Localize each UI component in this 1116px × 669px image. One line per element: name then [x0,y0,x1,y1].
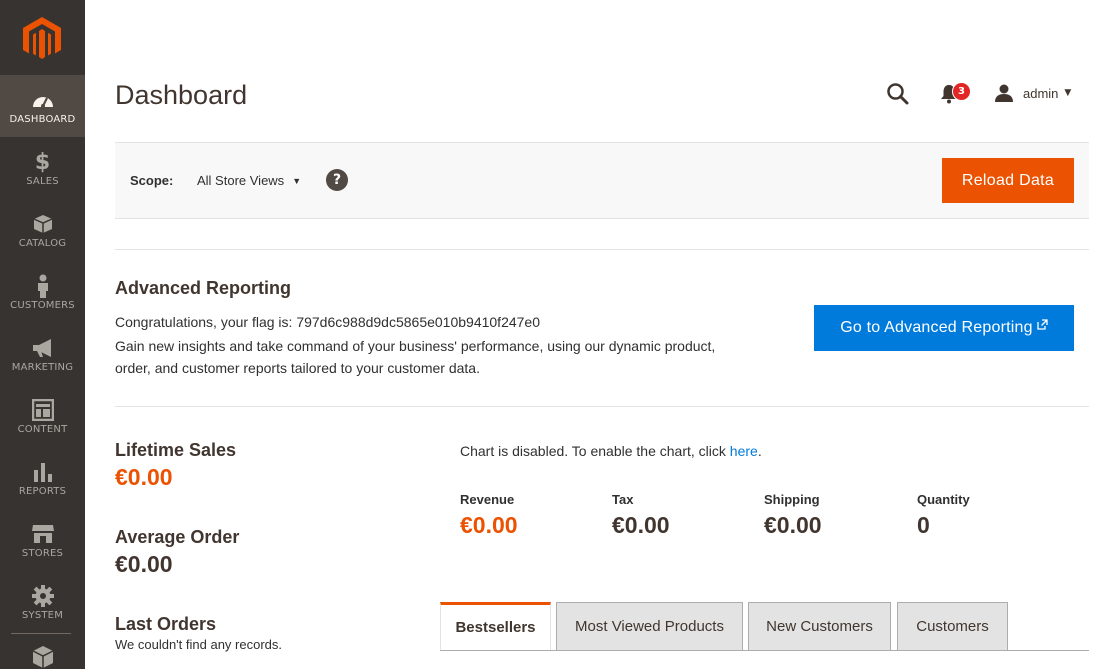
sidebar-item-content[interactable]: CONTENT [0,385,85,447]
speedometer-icon [0,88,85,112]
dollar-icon: $ [34,149,51,175]
layout-icon [0,398,85,422]
reload-data-button[interactable]: Reload Data [942,158,1074,203]
tax-value: €0.00 [612,512,670,538]
sidebar-item-label: CATALOG [18,238,67,249]
last-orders-title: Last Orders [115,614,217,634]
chart-disabled-text: Chart is disabled. To enable the chart, … [460,443,730,459]
average-order-value: €0.00 [115,551,173,577]
chevron-down-icon: ▼ [1064,88,1072,98]
chart-disabled-period: . [757,443,762,459]
gear-icon [0,584,85,608]
sidebar-item-customers[interactable]: CUSTOMERS [0,261,85,323]
sidebar-item-label: DASHBOARD [9,114,76,125]
tabs-baseline [440,650,1089,651]
megaphone-icon [0,336,85,360]
lifetime-sales-title: Lifetime Sales [115,440,237,460]
go-to-advanced-reporting-button[interactable]: Go to Advanced Reporting [814,305,1074,351]
sidebar-item-label: REPORTS [18,486,67,497]
bar-chart-icon [0,460,85,484]
advanced-reporting-description-line-1: Gain new insights and take command of yo… [115,338,716,354]
admin-sidebar: DASHBOARD $ SALES CATALOG CUSTOMERS MARK… [0,0,85,669]
advanced-reporting-title: Advanced Reporting [115,278,292,298]
shipping-label: Shipping [764,492,820,507]
sidebar-item-label: CONTENT [17,424,68,435]
store-view-switcher[interactable]: All Store Views ▼ [197,173,301,188]
box-icon [0,212,85,236]
advanced-reporting-description-line-2: order, and customer reports tailored to … [115,360,480,376]
quantity-value: 0 [917,512,930,538]
quantity-label: Quantity [917,492,970,507]
tab-new-customers[interactable]: New Customers [748,602,891,650]
external-link-icon [1037,318,1048,330]
tab-bestsellers[interactable]: Bestsellers [440,602,551,650]
advanced-reporting-flag-text: Congratulations, your flag is: 797d6c988… [115,314,541,330]
lifetime-sales-value: €0.00 [115,464,173,490]
admin-user-menu[interactable]: admin ▼ [994,78,1084,108]
cube-icon [0,645,85,669]
search-icon [887,83,909,105]
average-order-title: Average Order [115,527,240,547]
sidebar-item-marketing[interactable]: MARKETING [0,323,85,385]
revenue-value: €0.00 [460,512,518,538]
advanced-reporting-button-label: Go to Advanced Reporting [840,319,1033,336]
last-orders-empty-message: We couldn't find any records. [115,637,282,652]
sidebar-item-catalog[interactable]: CATALOG [0,199,85,261]
notification-count-badge: 3 [952,82,971,101]
sidebar-item-system[interactable]: SYSTEM [0,571,85,633]
sidebar-item-extensions[interactable] [0,633,85,669]
revenue-label: Revenue [460,492,515,507]
section-divider [115,249,1089,250]
chevron-down-icon: ▼ [292,175,302,186]
tab-customers[interactable]: Customers [897,602,1008,650]
notifications-button[interactable]: 3 [937,78,973,108]
scope-label: Scope: [130,173,174,188]
sidebar-item-label: SALES [26,176,59,187]
sidebar-item-label: STORES [21,548,64,559]
sidebar-item-label: SYSTEM [21,610,64,621]
chart-disabled-message: Chart is disabled. To enable the chart, … [460,443,762,459]
sidebar-item-dashboard[interactable]: DASHBOARD [0,75,85,137]
enable-chart-link[interactable]: here [730,443,758,459]
scope-toolbar: Scope: All Store Views ▼ ? Reload Data [115,142,1089,219]
user-icon [995,84,1013,102]
tax-label: Tax [612,492,634,507]
section-divider [115,406,1089,407]
storefront-icon [0,522,85,546]
sidebar-item-sales[interactable]: $ SALES [0,137,85,199]
global-search-button[interactable] [884,78,910,108]
shipping-value: €0.00 [764,512,822,538]
sidebar-item-label: CUSTOMERS [10,300,75,311]
store-view-selected: All Store Views [197,173,285,188]
sidebar-item-label: MARKETING [11,362,74,373]
page-title: Dashboard [115,80,248,110]
sidebar-item-reports[interactable]: REPORTS [0,447,85,509]
tab-most-viewed-products[interactable]: Most Viewed Products [556,602,743,650]
help-icon[interactable]: ? [326,169,348,191]
magento-logo[interactable] [22,16,62,60]
person-icon [0,274,85,298]
user-name: admin [1023,85,1059,101]
sidebar-item-stores[interactable]: STORES [0,509,85,571]
